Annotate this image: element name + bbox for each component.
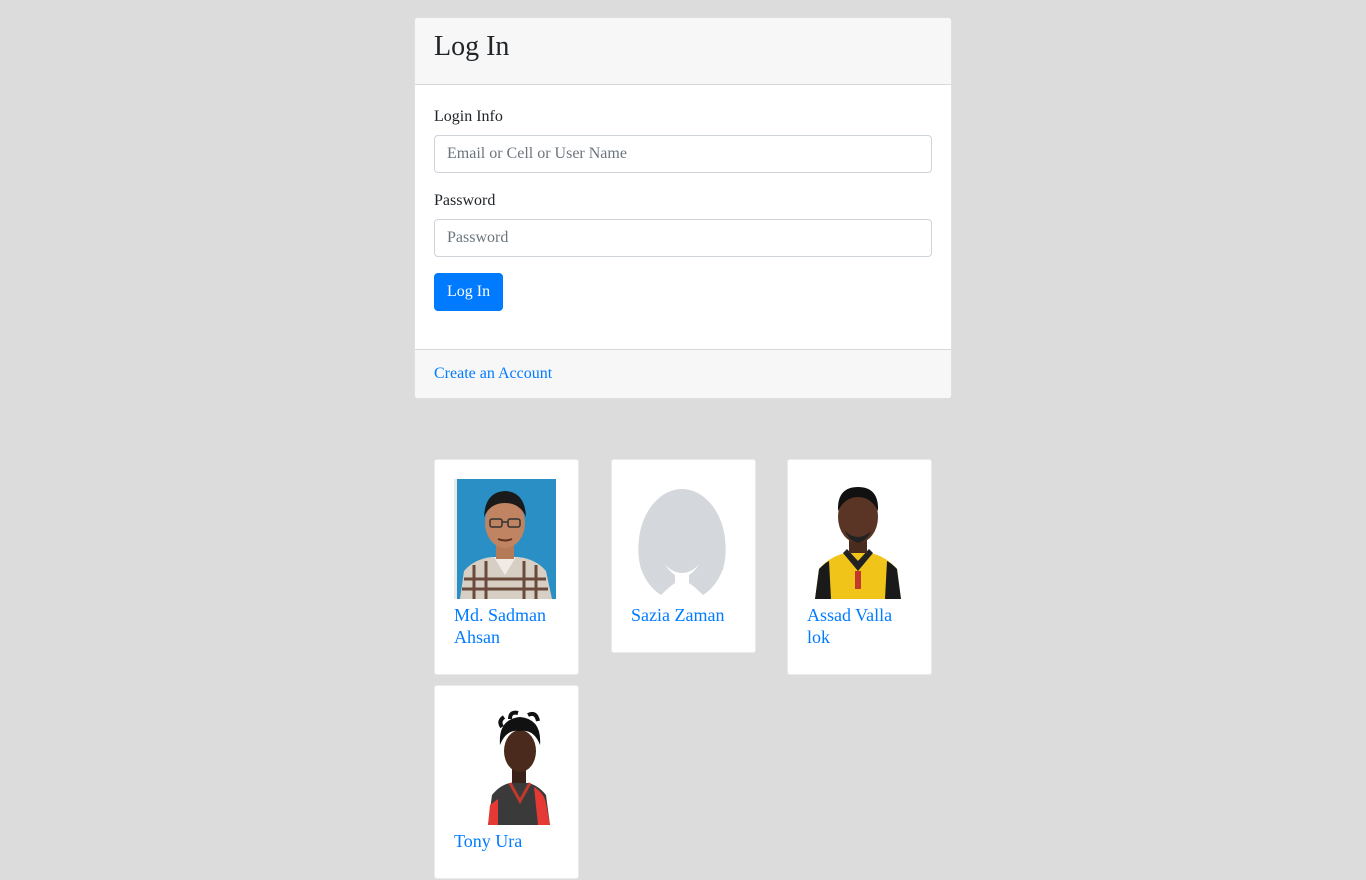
login-info-input[interactable] bbox=[434, 135, 932, 173]
user-photo[interactable] bbox=[631, 479, 733, 599]
page: Log In Login Info Password Log In Create… bbox=[0, 0, 1366, 880]
user-photo[interactable] bbox=[454, 705, 556, 825]
cricketer-portrait-image bbox=[807, 479, 909, 599]
user-name-link[interactable]: Sazia Zaman bbox=[631, 604, 736, 626]
password-input[interactable] bbox=[434, 219, 932, 257]
cricketer-portrait-image bbox=[454, 705, 556, 825]
login-button[interactable]: Log In bbox=[434, 273, 504, 311]
user-photo[interactable] bbox=[807, 479, 909, 599]
user-card[interactable]: Md. Sadman Ahsan bbox=[434, 459, 579, 675]
user-card[interactable]: Assad Valla lok bbox=[787, 459, 932, 675]
login-title: Log In bbox=[434, 31, 510, 62]
login-card: Log In Login Info Password Log In Create… bbox=[414, 17, 952, 399]
user-card[interactable]: Tony Ura bbox=[434, 685, 579, 879]
student-portrait-image bbox=[454, 479, 556, 599]
user-card[interactable]: Sazia Zaman bbox=[611, 459, 756, 653]
login-card-header: Log In bbox=[415, 18, 951, 85]
user-name-link[interactable]: Tony Ura bbox=[454, 830, 559, 852]
login-info-label: Login Info bbox=[434, 108, 503, 125]
user-name-link[interactable]: Assad Valla lok bbox=[807, 604, 912, 648]
login-card-footer: Create an Account bbox=[415, 349, 951, 398]
default-avatar-icon bbox=[631, 479, 733, 599]
user-name-link[interactable]: Md. Sadman Ahsan bbox=[454, 604, 559, 648]
login-form: Login Info Password Log In bbox=[415, 85, 951, 351]
user-photo[interactable] bbox=[454, 479, 556, 599]
create-account-link[interactable]: Create an Account bbox=[434, 365, 552, 382]
password-label: Password bbox=[434, 192, 496, 209]
